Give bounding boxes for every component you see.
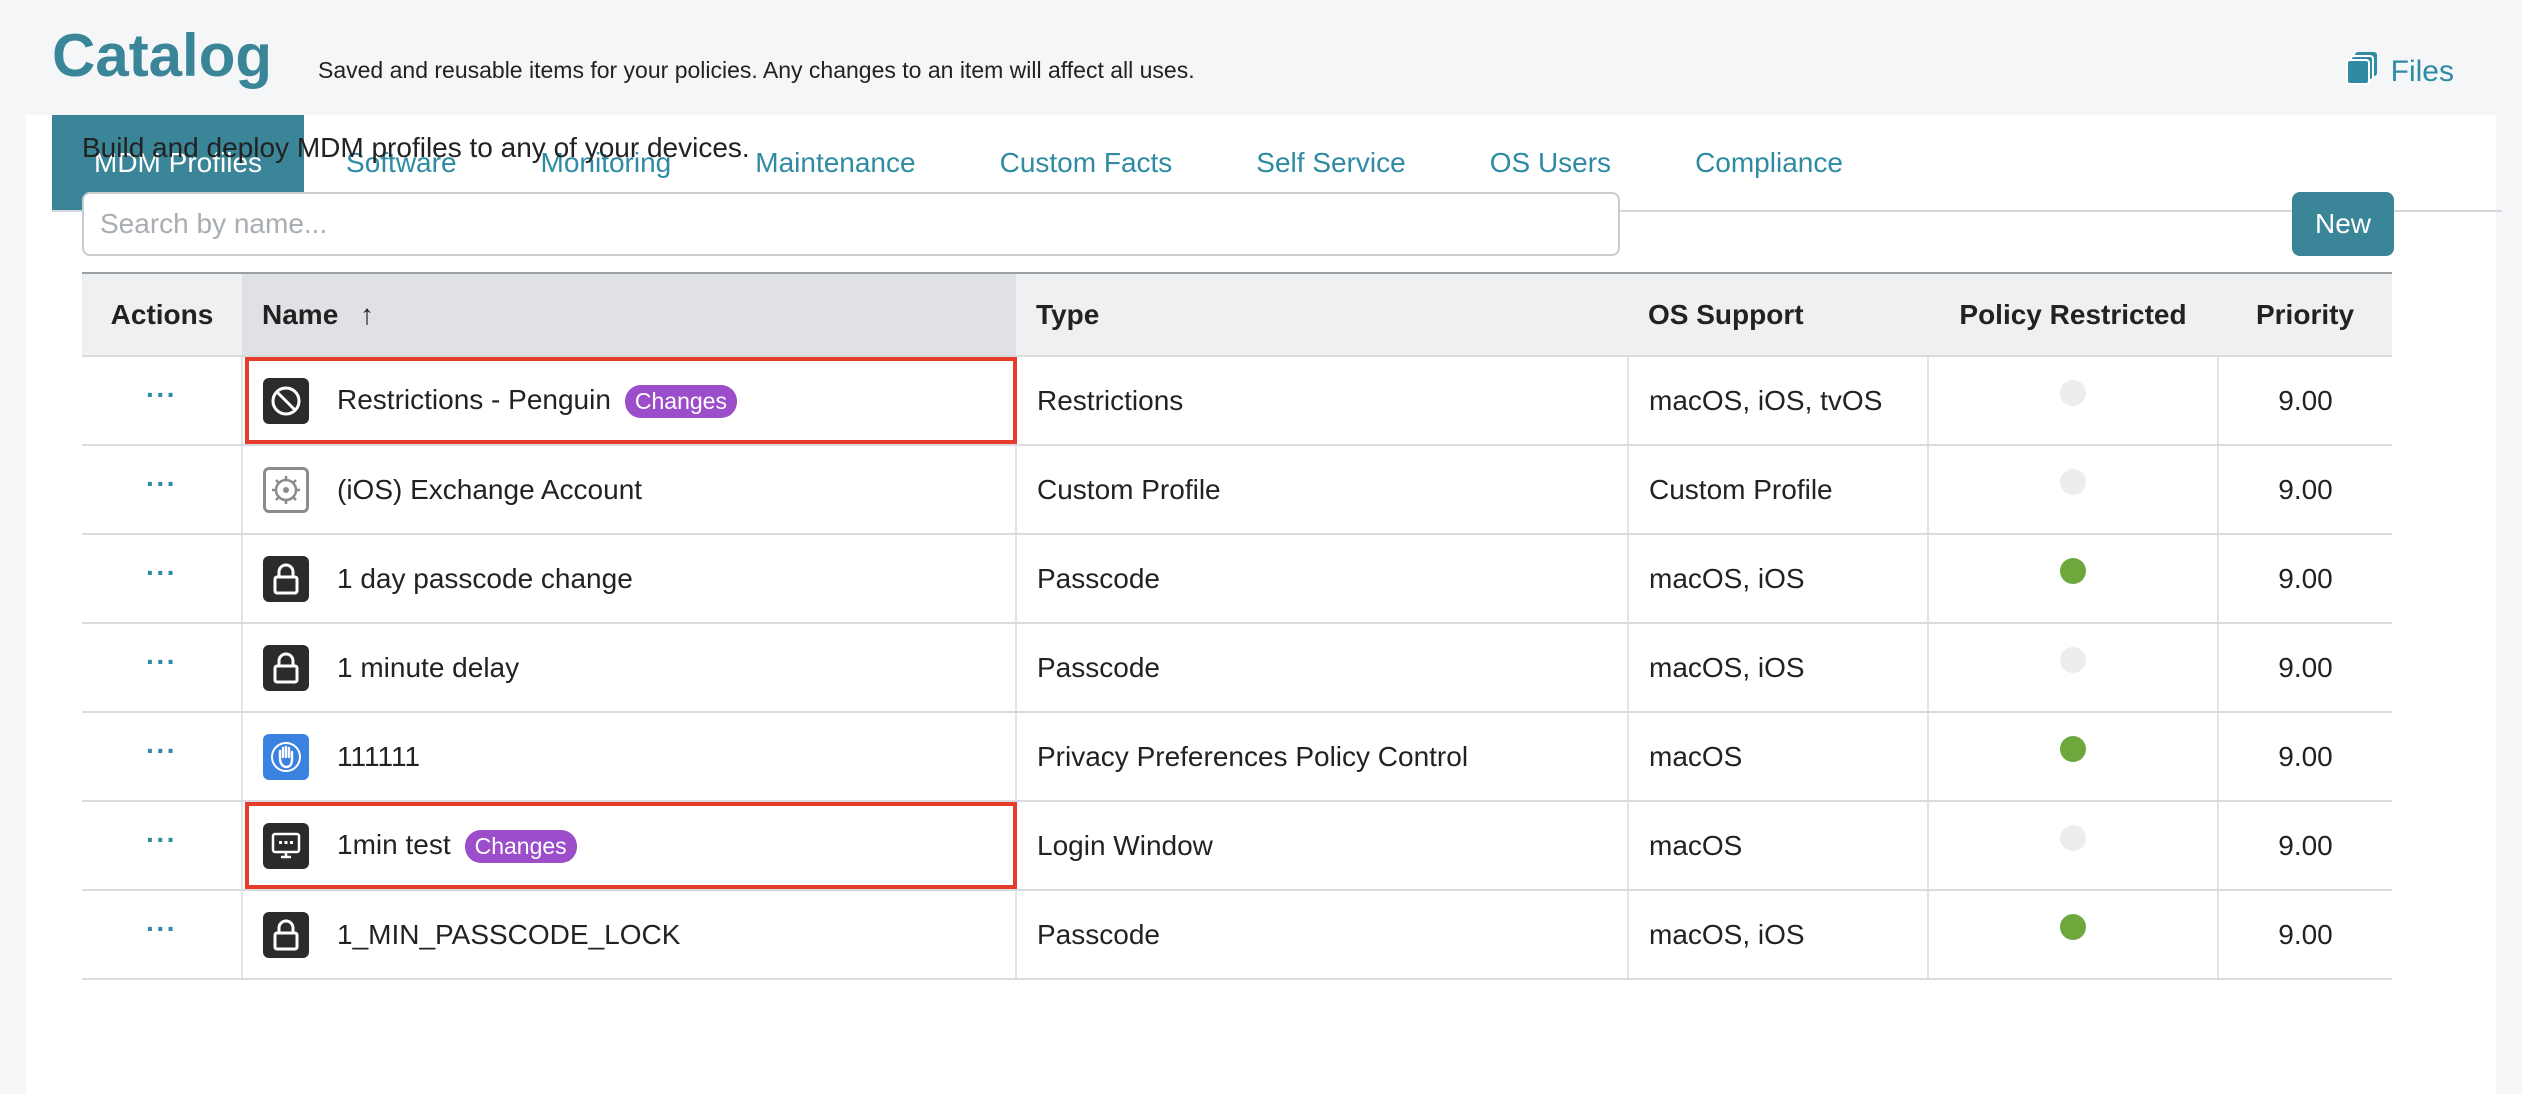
- profile-name-link[interactable]: 1 minute delay: [337, 652, 519, 684]
- profile-priority: 9.00: [2217, 712, 2392, 802]
- column-header-priority[interactable]: Priority: [2218, 272, 2392, 357]
- row-actions-button[interactable]: ···: [146, 735, 177, 767]
- table-header-row: Actions Name ↑ Type OS Support Policy Re…: [82, 272, 2392, 357]
- row-actions-button[interactable]: ···: [146, 824, 177, 856]
- profile-os-support: macOS, iOS, tvOS: [1627, 356, 1928, 446]
- profile-type: Privacy Preferences Policy Control: [1015, 712, 1628, 802]
- column-header-name[interactable]: Name ↑: [242, 272, 1016, 357]
- policy-restricted-indicator: [2060, 380, 2086, 406]
- policy-restricted-indicator: [2060, 647, 2086, 673]
- row-actions-button[interactable]: ···: [146, 646, 177, 678]
- profile-priority: 9.00: [2217, 890, 2392, 980]
- profiles-table: Actions Name ↑ Type OS Support Policy Re…: [82, 272, 2392, 980]
- hand-icon: [263, 733, 309, 780]
- policy-restricted-indicator: [2060, 914, 2086, 940]
- profile-os-support: Custom Profile: [1627, 445, 1928, 535]
- policy-restricted-indicator: [2060, 736, 2086, 762]
- row-actions-button[interactable]: ···: [146, 379, 177, 411]
- column-header-name-label: Name: [262, 298, 339, 330]
- column-header-type[interactable]: Type: [1016, 272, 1628, 357]
- page-title: Catalog: [52, 22, 273, 89]
- changes-badge: Changes: [464, 829, 577, 863]
- table-row[interactable]: ··· (iOS) Exchange Account Custom Profil…: [82, 445, 2392, 535]
- table-row[interactable]: ··· 1 minute delay Passcode macOS, iOS 9…: [82, 623, 2392, 713]
- tab-compliance[interactable]: Compliance: [1653, 115, 1885, 210]
- profile-priority: 9.00: [2217, 445, 2392, 535]
- lock-icon: [263, 644, 309, 691]
- section-description: Build and deploy MDM profiles to any of …: [82, 132, 750, 163]
- profile-name-link[interactable]: 111111: [337, 741, 420, 773]
- profile-os-support: macOS: [1627, 801, 1928, 891]
- profile-os-support: macOS, iOS: [1627, 534, 1928, 624]
- profile-type: Restrictions: [1015, 356, 1628, 446]
- new-button[interactable]: New: [2292, 192, 2394, 256]
- gear-icon: [263, 466, 309, 513]
- profile-type: Custom Profile: [1015, 445, 1628, 535]
- row-actions-button[interactable]: ···: [146, 913, 177, 945]
- sort-ascending-icon: ↑: [360, 298, 375, 330]
- changes-badge: Changes: [624, 384, 737, 418]
- files-label: Files: [2390, 55, 2454, 88]
- policy-restricted-indicator: [2060, 825, 2086, 851]
- column-header-policy-restricted[interactable]: Policy Restricted: [1928, 272, 2218, 357]
- search-input[interactable]: [82, 192, 1620, 256]
- table-row[interactable]: ··· 1_MIN_PASSCODE_LOCK Passcode macOS, …: [82, 890, 2392, 980]
- profile-priority: 9.00: [2217, 534, 2392, 624]
- profile-type: Passcode: [1015, 890, 1628, 980]
- files-link[interactable]: Files: [2345, 50, 2454, 94]
- profile-type: Passcode: [1015, 534, 1628, 624]
- table-row[interactable]: ··· 111111 Privacy Preferences Policy Co…: [82, 712, 2392, 802]
- profile-os-support: macOS, iOS: [1627, 890, 1928, 980]
- profile-priority: 9.00: [2217, 356, 2392, 446]
- profile-name-link[interactable]: 1min test: [337, 829, 451, 860]
- profile-priority: 9.00: [2217, 623, 2392, 713]
- table-row[interactable]: ··· Restrictions - Penguin Changes Restri…: [82, 356, 2392, 446]
- profile-priority: 9.00: [2217, 801, 2392, 891]
- files-icon: [2345, 50, 2379, 94]
- table-row[interactable]: ··· 1min test Changes Login Window macOS …: [82, 801, 2392, 891]
- lock-icon: [263, 555, 309, 602]
- policy-restricted-indicator: [2060, 469, 2086, 495]
- profile-type: Passcode: [1015, 623, 1628, 713]
- profile-name-link[interactable]: Restrictions - Penguin: [337, 384, 611, 415]
- prohibited-icon: [263, 377, 309, 424]
- profile-name-link[interactable]: 1_MIN_PASSCODE_LOCK: [337, 919, 680, 951]
- row-actions-button[interactable]: ···: [146, 557, 177, 589]
- profile-name-link[interactable]: 1 day passcode change: [337, 563, 633, 595]
- row-actions-button[interactable]: ···: [146, 468, 177, 500]
- column-header-actions: Actions: [82, 272, 242, 357]
- lock-icon: [263, 911, 309, 958]
- profile-os-support: macOS: [1627, 712, 1928, 802]
- profile-type: Login Window: [1015, 801, 1628, 891]
- page-subtitle: Saved and reusable items for your polici…: [318, 57, 1195, 83]
- profile-os-support: macOS, iOS: [1627, 623, 1928, 713]
- column-header-os-support[interactable]: OS Support: [1628, 272, 1928, 357]
- login-window-icon: [263, 822, 309, 869]
- page-header: Catalog Saved and reusable items for you…: [0, 0, 2522, 115]
- profile-name-link[interactable]: (iOS) Exchange Account: [337, 474, 642, 506]
- table-row[interactable]: ··· 1 day passcode change Passcode macOS…: [82, 534, 2392, 624]
- policy-restricted-indicator: [2060, 558, 2086, 584]
